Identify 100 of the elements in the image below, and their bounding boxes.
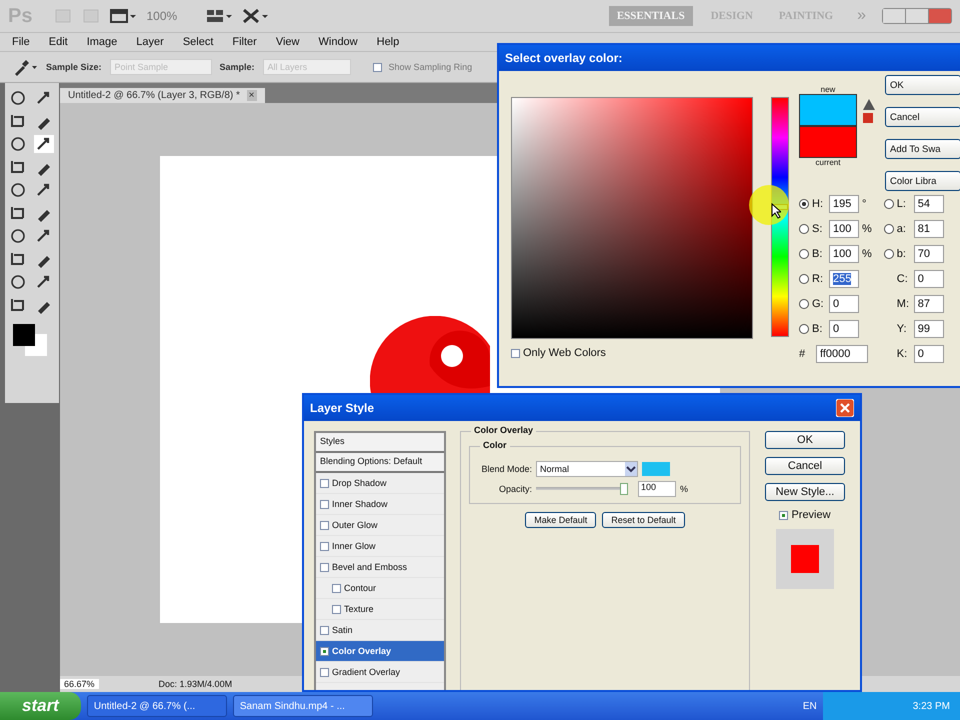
style-list-header[interactable]: Styles (316, 433, 444, 453)
checkbox[interactable] (320, 500, 329, 508)
value-field[interactable]: 99 (914, 320, 944, 338)
style-list-item[interactable]: Contour (316, 578, 444, 599)
value-field[interactable]: 255 (829, 270, 859, 288)
style-list-item[interactable]: Texture (316, 599, 444, 620)
radio-button[interactable] (799, 198, 809, 208)
blend-mode-dropdown[interactable]: Normal (536, 461, 638, 477)
taskbar-button[interactable]: Sanam Sindhu.mp4 - ... (232, 695, 373, 717)
radio-button[interactable] (884, 248, 894, 258)
field-label: a: (896, 222, 907, 234)
checkbox[interactable] (320, 542, 329, 550)
style-list-item[interactable]: Bevel and Emboss (316, 557, 444, 578)
checkbox[interactable] (332, 584, 341, 592)
dialog-button[interactable]: Add To Swa (885, 139, 960, 159)
default-button[interactable]: Reset to Default (602, 512, 685, 528)
screen-mode-icon[interactable] (110, 8, 136, 24)
dialog-title: Select overlay color: (505, 51, 622, 65)
dialog-button[interactable]: Cancel (765, 457, 845, 475)
dialog-button[interactable]: OK (885, 75, 960, 95)
value-field[interactable]: 87 (914, 294, 944, 312)
new-color-swatch (799, 94, 857, 126)
radio-button[interactable] (799, 248, 809, 258)
slider-thumb[interactable] (620, 483, 628, 495)
checkbox[interactable] (332, 604, 341, 614)
opacity-field[interactable]: 100 (638, 481, 676, 497)
web-colors-checkbox[interactable]: Only Web Colors (511, 347, 753, 359)
style-list-item[interactable]: Inner Shadow (316, 494, 444, 515)
value-field[interactable]: 195 (829, 194, 859, 212)
value-field[interactable]: 54 (914, 194, 944, 212)
current-label: current (816, 158, 840, 167)
value-field[interactable]: 81 (914, 220, 944, 238)
unit-label: ° (862, 198, 866, 210)
radio-button[interactable] (799, 298, 809, 308)
dialog-button[interactable]: New Style... (765, 483, 845, 501)
arrange-icon[interactable] (206, 8, 232, 24)
overlay-color-swatch[interactable] (642, 462, 670, 476)
close-tab-button[interactable]: × (246, 90, 257, 101)
menu-item[interactable]: View (276, 36, 300, 48)
menu-item[interactable]: Layer (136, 36, 164, 48)
value-field[interactable]: 100 (829, 244, 859, 262)
style-list-header[interactable]: Blending Options: Default (316, 453, 444, 473)
menu-item[interactable]: Help (376, 36, 400, 48)
ellipse-icon[interactable] (8, 89, 28, 107)
menu-item[interactable]: Filter (232, 36, 257, 48)
color-field[interactable] (511, 97, 753, 339)
radio-button[interactable] (884, 198, 894, 208)
checkbox[interactable] (320, 626, 329, 634)
checkbox[interactable] (320, 520, 329, 530)
radio-button[interactable] (799, 274, 809, 284)
checkbox[interactable] (320, 646, 329, 656)
extras-icon[interactable] (242, 8, 268, 24)
value-field[interactable]: 0 (914, 344, 944, 362)
radio-button[interactable] (799, 324, 809, 334)
chevron-down-icon[interactable] (625, 462, 637, 476)
unit-label: % (862, 248, 872, 260)
value-field[interactable]: 0 (829, 294, 859, 312)
preview-checkbox[interactable]: Preview (779, 509, 831, 521)
menu-item[interactable]: File (12, 36, 30, 48)
dialog-button[interactable]: OK (765, 431, 845, 449)
field-label: H: (812, 198, 824, 210)
style-list-item[interactable]: Inner Glow (316, 536, 444, 557)
menu-item[interactable]: Edit (48, 36, 68, 48)
checkbox[interactable] (320, 562, 329, 572)
window-controls[interactable] (882, 8, 952, 24)
radio-button[interactable] (799, 224, 809, 234)
value-field[interactable]: 0 (914, 270, 944, 288)
zoom-level[interactable]: 66.67% (60, 679, 99, 689)
default-button[interactable]: Make Default (525, 512, 596, 528)
menu-item[interactable]: Window (318, 36, 358, 48)
style-list-item[interactable]: Drop Shadow (316, 473, 444, 494)
dialog-button[interactable]: Cancel (885, 107, 960, 127)
style-list-item[interactable]: Color Overlay (316, 641, 444, 662)
style-label: Bevel and Emboss (332, 562, 408, 572)
style-list-item[interactable]: Gradient Overlay (316, 662, 444, 683)
style-label: Inner Glow (332, 541, 376, 551)
style-label: Satin (332, 625, 353, 635)
checkbox[interactable] (320, 668, 329, 676)
menu-item[interactable]: Image (86, 36, 118, 48)
warning-icon[interactable] (863, 99, 875, 110)
value-field[interactable]: 70 (914, 244, 944, 262)
radio-button[interactable] (884, 224, 894, 234)
style-list-item[interactable]: Outer Glow (316, 515, 444, 536)
document-tab[interactable]: Untitled-2 @ 66.7% (Layer 3, RGB/8) * × (60, 88, 265, 103)
taskbar-button[interactable]: Untitled-2 @ 66.7% (... (86, 695, 227, 717)
clock: 3:23 PM (912, 700, 950, 712)
dialog-button[interactable]: Color Libra (885, 171, 960, 191)
hex-field[interactable]: ff0000 (816, 344, 868, 362)
language-indicator[interactable]: EN (802, 700, 817, 712)
field-label: Y: (896, 322, 908, 334)
menu-item[interactable]: Select (182, 36, 214, 48)
close-icon[interactable] (836, 399, 854, 417)
field-label: C: (896, 272, 909, 284)
style-label: Drop Shadow (332, 478, 387, 488)
gamut-swatch[interactable] (863, 113, 873, 123)
value-field[interactable]: 0 (829, 320, 859, 338)
color-swatches-icon[interactable] (13, 324, 49, 358)
checkbox[interactable] (320, 478, 329, 488)
value-field[interactable]: 100 (829, 220, 859, 238)
dialog-title: Layer Style (310, 401, 374, 415)
